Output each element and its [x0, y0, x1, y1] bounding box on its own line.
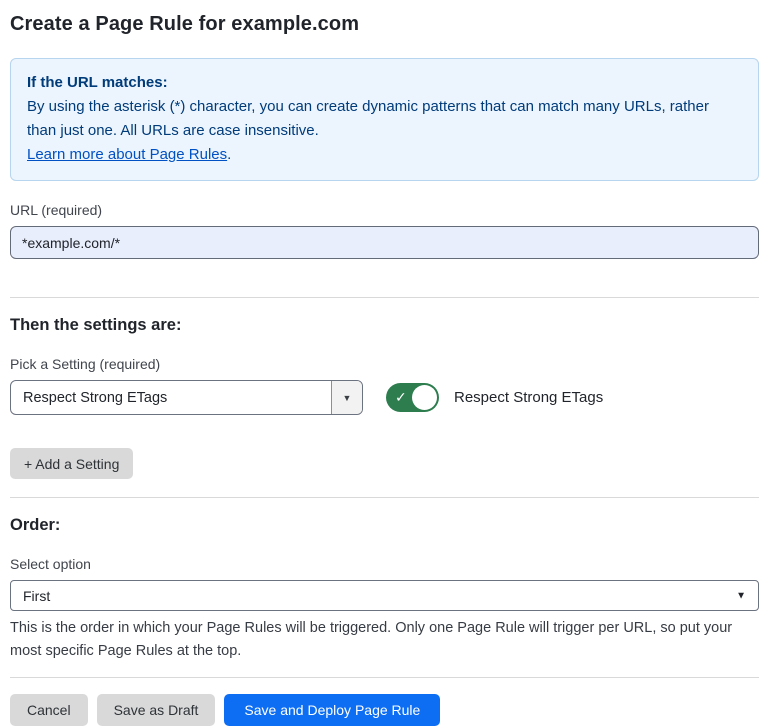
divider — [10, 677, 759, 678]
setting-toggle[interactable]: ✓ — [386, 383, 439, 412]
divider — [10, 297, 759, 298]
order-helper-text: This is the order in which your Page Rul… — [10, 617, 759, 663]
toggle-knob — [412, 385, 437, 410]
setting-dropdown[interactable]: Respect Strong ETags ▼ — [10, 380, 363, 415]
order-select-value: First — [23, 588, 50, 604]
chevron-down-icon: ▼ — [343, 393, 352, 403]
order-section-heading: Order: — [10, 516, 759, 535]
toggle-label: Respect Strong ETags — [454, 389, 603, 406]
page-title: Create a Page Rule for example.com — [10, 13, 759, 36]
order-select-label: Select option — [10, 556, 759, 572]
settings-section-heading: Then the settings are: — [10, 316, 759, 335]
setting-row: Respect Strong ETags ▼ ✓ Respect Strong … — [10, 380, 759, 415]
add-setting-button[interactable]: + Add a Setting — [10, 448, 133, 479]
divider — [10, 497, 759, 498]
info-box-link-line: Learn more about Page Rules. — [27, 143, 742, 167]
setting-dropdown-value: Respect Strong ETags — [11, 381, 331, 414]
info-box-heading: If the URL matches: — [27, 71, 742, 95]
learn-more-link[interactable]: Learn more about Page Rules — [27, 146, 227, 163]
order-select[interactable]: First ▼ — [10, 580, 759, 611]
save-and-deploy-button[interactable]: Save and Deploy Page Rule — [224, 694, 440, 726]
link-period: . — [227, 146, 231, 163]
setting-dropdown-arrow-button[interactable]: ▼ — [331, 381, 362, 414]
caret-down-icon: ▼ — [736, 590, 746, 601]
url-field-label: URL (required) — [10, 202, 759, 218]
url-match-info-box: If the URL matches: By using the asteris… — [10, 58, 759, 181]
info-box-body: By using the asterisk (*) character, you… — [27, 95, 742, 143]
cancel-button[interactable]: Cancel — [10, 694, 88, 726]
footer-button-row: Cancel Save as Draft Save and Deploy Pag… — [10, 694, 759, 726]
pick-setting-label: Pick a Setting (required) — [10, 356, 759, 372]
check-icon: ✓ — [395, 389, 407, 406]
save-as-draft-button[interactable]: Save as Draft — [97, 694, 216, 726]
url-input[interactable] — [10, 226, 759, 259]
